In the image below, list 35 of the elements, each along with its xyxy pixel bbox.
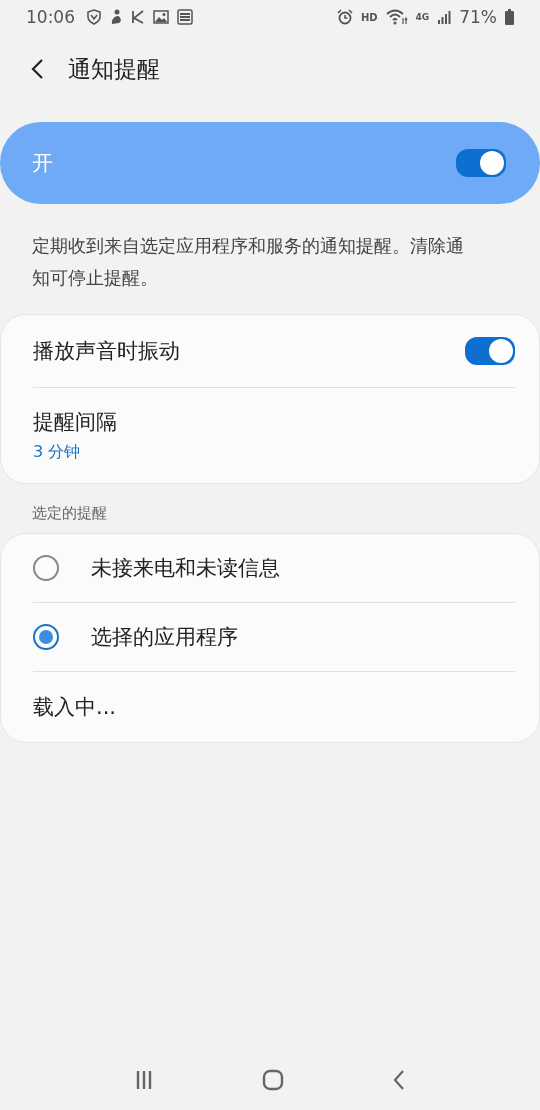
section-header: 选定的提醒 xyxy=(31,503,108,524)
option-label: 选择的应用程序 xyxy=(91,624,238,651)
battery-percent: 71% xyxy=(459,7,497,27)
description-text: 定期收到来自选定应用程序和服务的通知提醒。清除通知可停止提醒。 xyxy=(32,234,465,290)
radio-option[interactable]: 未接来电和未读信息 xyxy=(33,534,515,602)
back-icon[interactable] xyxy=(392,1070,406,1090)
alarm-icon xyxy=(336,9,353,25)
status-time: 10:06 xyxy=(26,7,75,27)
switch-label: 开 xyxy=(32,150,53,177)
setting-label: 提醒间隔 xyxy=(33,409,117,436)
figure-icon xyxy=(109,9,123,25)
toggle-switch[interactable] xyxy=(456,149,506,177)
signal-icon xyxy=(437,10,452,24)
setting-row[interactable]: 提醒间隔 3 分钟 xyxy=(33,388,515,483)
network-label: 4G xyxy=(415,12,430,22)
image-icon xyxy=(153,10,169,24)
server-icon xyxy=(177,9,193,25)
loading-text: 载入中... xyxy=(33,694,117,721)
recent-apps-icon[interactable] xyxy=(134,1070,154,1090)
radio-option[interactable]: 选择的应用程序 xyxy=(33,603,515,671)
hd-label: HD xyxy=(360,11,378,23)
setting-row[interactable]: 播放声音时振动 xyxy=(33,315,515,387)
option-label: 未接来电和未读信息 xyxy=(91,555,280,582)
setting-label: 播放声音时振动 xyxy=(33,338,180,365)
setting-value: 3 分钟 xyxy=(33,442,81,463)
radio-button[interactable] xyxy=(33,624,59,650)
home-icon[interactable] xyxy=(262,1069,284,1091)
battery-icon xyxy=(505,9,514,25)
radio-button[interactable] xyxy=(33,555,59,581)
wifi-icon xyxy=(385,9,408,25)
shield-icon xyxy=(87,9,101,25)
k-icon xyxy=(131,9,145,25)
page-title: 通知提醒 xyxy=(68,54,160,84)
toggle-switch[interactable] xyxy=(465,337,515,365)
back-button[interactable] xyxy=(30,58,44,80)
